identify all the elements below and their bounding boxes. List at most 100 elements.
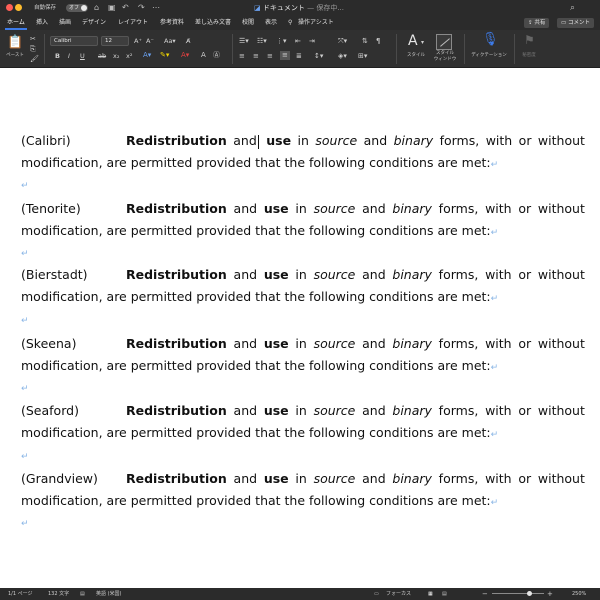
paragraph-mark-icon: ↵ [490, 498, 499, 508]
bullets-icon[interactable]: ☰▾ [239, 38, 249, 45]
numbering-icon[interactable]: ☷▾ [257, 38, 267, 45]
strikethrough-icon[interactable]: ab [98, 53, 106, 60]
tab-layout[interactable]: レイアウト [116, 16, 150, 30]
sensitivity-label: 秘密度 [522, 53, 536, 58]
paragraph-calibri[interactable]: (Calibri) Redistribution and use in sour… [21, 130, 585, 174]
web-layout-icon[interactable]: ▤ [442, 588, 447, 600]
word: without [537, 267, 585, 282]
justify-icon[interactable]: ≡ [280, 51, 290, 60]
language-indicator[interactable]: 英語 (米国) [96, 588, 122, 600]
align-right-icon[interactable]: ≡ [267, 53, 273, 60]
align-left-icon[interactable]: ≡ [239, 53, 245, 60]
distributed-icon[interactable]: ≣ [296, 53, 302, 60]
grow-font-icon[interactable]: A⁺ [134, 38, 142, 45]
zoom-slider-thumb[interactable] [526, 591, 532, 596]
font-size-select[interactable]: 12 [101, 36, 129, 46]
multilevel-list-icon[interactable]: ⋮▾ [276, 38, 287, 45]
zoom-out-icon[interactable]: − [482, 588, 488, 600]
proofing-icon[interactable]: ▤ [80, 588, 85, 600]
ribbon-divider [396, 34, 397, 64]
redo-icon[interactable]: ↷ [138, 0, 145, 16]
bold-icon[interactable]: B [55, 53, 60, 60]
word: use [263, 403, 289, 418]
font-name-tag: (Skeena) [21, 336, 77, 351]
increase-indent-icon[interactable]: ⇥ [309, 38, 315, 45]
paragraph-tenorite[interactable]: (Tenorite) Redistribution and use in sou… [21, 198, 585, 242]
shrink-font-icon[interactable]: A⁻ [146, 38, 154, 45]
tab-references[interactable]: 参考資料 [158, 16, 186, 30]
focus-mode-icon[interactable]: ▭ [374, 588, 379, 600]
tab-draw[interactable]: 描画 [57, 16, 73, 30]
zoom-level[interactable]: 250% [572, 588, 586, 600]
document-canvas[interactable]: (Calibri) Redistribution and use in sour… [0, 68, 600, 588]
styles-gallery-icon[interactable]: A [408, 34, 418, 48]
tab-insert[interactable]: 挿入 [34, 16, 50, 30]
search-icon[interactable]: ⌕ [570, 0, 575, 16]
enclose-character-icon[interactable]: Ⓐ [213, 52, 220, 59]
character-shading-icon[interactable]: A [201, 52, 206, 59]
status-bar: 1/1 ページ 132 文字 ▤ 英語 (米国) ▭ フォーカス ▦ ▤ − +… [0, 588, 600, 600]
change-case-icon[interactable]: Aa▾ [164, 38, 176, 45]
paragraph-skeena[interactable]: (Skeena) Redistribution and use in sourc… [21, 333, 585, 377]
tab-review[interactable]: 校閲 [240, 16, 256, 30]
line-spacing-icon[interactable]: ↕▾ [314, 53, 323, 60]
styles-dropdown-icon[interactable]: ▾ [421, 40, 424, 46]
tab-mailings[interactable]: 差し込み文書 [193, 16, 233, 30]
print-layout-icon[interactable]: ▦ [428, 588, 433, 600]
sort-icon[interactable]: ⇅ [362, 38, 368, 45]
more-icon[interactable]: ⋯ [152, 0, 160, 16]
paste-icon[interactable]: 📋 [7, 36, 23, 49]
sentence-continuation: modification, are permitted provided tha… [21, 289, 491, 304]
sensitivity-icon[interactable]: ⚑ [524, 34, 535, 46]
italic-icon[interactable]: I [68, 53, 70, 60]
clear-format-icon[interactable]: A̸ [186, 38, 190, 45]
word-count[interactable]: 132 文字 [48, 588, 69, 600]
text-direction-icon[interactable]: ⤧▾ [338, 38, 347, 45]
sentence-line-2: modification, are permitted provided tha… [21, 152, 585, 174]
minimize-window-button[interactable] [15, 4, 22, 11]
tab-home[interactable]: ホーム [5, 16, 27, 30]
share-button[interactable]: ⇪ 共有 [524, 18, 550, 28]
tab-view[interactable]: 表示 [263, 16, 279, 30]
shading-icon[interactable]: ◈▾ [338, 53, 347, 60]
sentence-continuation: modification, are permitted provided tha… [21, 223, 491, 238]
styles-pane-icon[interactable] [436, 34, 452, 50]
superscript-icon[interactable]: x² [126, 53, 132, 60]
paragraph-grandview[interactable]: (Grandview) Redistribution and use in so… [21, 468, 585, 512]
save-icon[interactable]: ▣ [108, 0, 116, 16]
word: and [233, 267, 258, 282]
share-label: 共有 [534, 20, 546, 26]
home-icon[interactable]: ⌂ [94, 0, 99, 16]
underline-icon[interactable]: U [80, 53, 85, 60]
empty-paragraph-mark-icon: ↵ [21, 181, 29, 191]
show-marks-icon[interactable]: ¶ [376, 38, 380, 45]
subscript-icon[interactable]: x₂ [113, 53, 119, 60]
focus-mode-label[interactable]: フォーカス [386, 588, 411, 600]
paragraph-bierstadt[interactable]: (Bierstadt) Redistribution and use in so… [21, 264, 585, 308]
copy-icon[interactable]: ⎘ [30, 46, 36, 53]
paragraph-seaford[interactable]: (Seaford) Redistribution and use in sour… [21, 400, 585, 444]
autosave-toggle[interactable]: オフ [66, 4, 88, 12]
highlight-icon[interactable]: ✎▾ [160, 52, 169, 59]
tab-design[interactable]: デザイン [80, 16, 108, 30]
format-painter-icon[interactable]: 🖌 [30, 56, 39, 63]
decrease-indent-icon[interactable]: ⇤ [295, 38, 301, 45]
font-color-icon[interactable]: A▾ [181, 52, 189, 59]
font-name-select[interactable]: Calibri [50, 36, 98, 46]
microphone-icon[interactable]: 🎙 [482, 33, 499, 46]
align-center-icon[interactable]: ≡ [253, 53, 259, 60]
cut-icon[interactable]: ✂ [30, 36, 36, 43]
zoom-slider[interactable] [492, 593, 544, 594]
comments-button[interactable]: ▭ コメント [557, 18, 594, 28]
close-window-button[interactable] [6, 4, 13, 11]
text-effects-icon[interactable]: A▾ [143, 52, 151, 59]
tell-me-assist[interactable]: 操作アシスト [296, 16, 336, 30]
lightbulb-icon: ⚲ [288, 19, 293, 26]
word: in [295, 201, 307, 216]
undo-icon[interactable]: ↶ [122, 0, 129, 16]
zoom-in-icon[interactable]: + [547, 588, 553, 600]
font-name-tag: (Tenorite) [21, 201, 81, 216]
word: use [263, 267, 289, 282]
page-count[interactable]: 1/1 ページ [8, 588, 33, 600]
borders-icon[interactable]: ⊞▾ [358, 53, 367, 60]
